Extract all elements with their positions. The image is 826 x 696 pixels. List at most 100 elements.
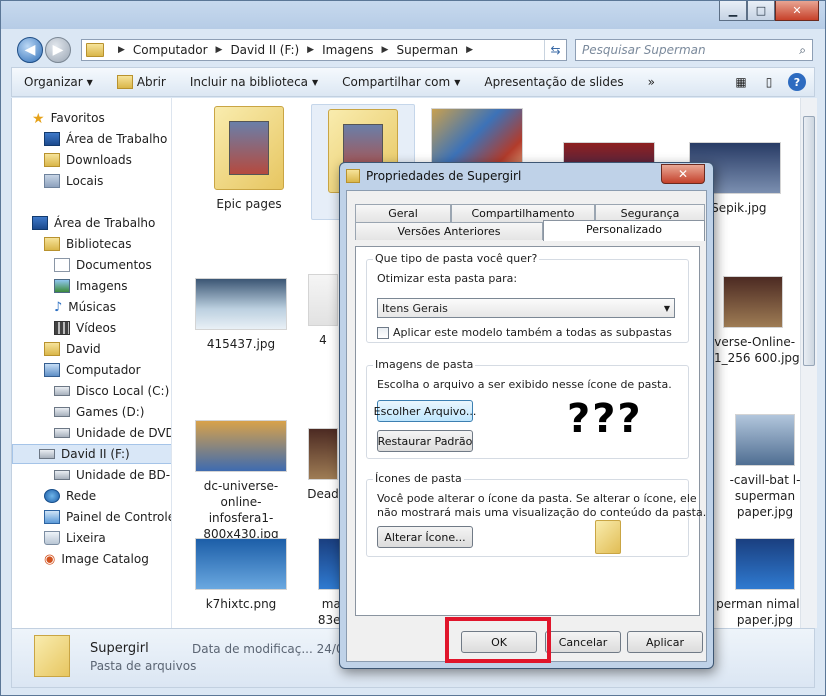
nav-item-musicas[interactable]: ♪ Músicas [54, 297, 116, 317]
cancel-button[interactable]: Cancelar [545, 631, 621, 653]
tab-personalizado[interactable]: Personalizado [543, 220, 705, 241]
nav-item-locais[interactable]: Locais [44, 171, 103, 191]
image-thumbnail [723, 276, 783, 328]
file-item-epic-pages[interactable]: Epic pages [197, 106, 301, 212]
nav-item-computador[interactable]: Computador [44, 360, 141, 380]
chevron-right-icon: ▶ [307, 45, 315, 55]
breadcrumb-item-superman[interactable]: Superman [396, 43, 458, 57]
nav-item-documentos[interactable]: Documentos [54, 255, 152, 275]
apply-button[interactable]: Aplicar [627, 631, 703, 653]
nav-label: Músicas [68, 300, 117, 314]
folder-icons-desc-1: Você pode alterar o ícone da pasta. Se a… [377, 492, 697, 505]
tab-geral[interactable]: Geral [355, 204, 451, 222]
videos-icon [54, 321, 70, 335]
help-icon[interactable]: ? [788, 73, 806, 91]
share-with-button[interactable]: Compartilhar com ▼ [330, 75, 472, 89]
nav-item-bibliotecas[interactable]: Bibliotecas [44, 234, 131, 254]
scrollbar-thumb[interactable] [803, 116, 815, 366]
slideshow-button[interactable]: Apresentação de slides [472, 75, 635, 89]
pictures-icon [54, 279, 70, 293]
dvd-drive-icon [54, 428, 70, 438]
breadcrumb-item-drive[interactable]: David II (F:) [230, 43, 299, 57]
file-item-universe-online[interactable]: iverse-Online-11_256 600.jpg [701, 276, 805, 366]
file-name: Epic pages [216, 197, 282, 211]
properties-dialog: Propriedades de Supergirl ✕ Geral Compar… [339, 162, 714, 669]
file-item-dc-universe-online[interactable]: dc-universe-online-infosfera1-800x430.jp… [189, 420, 293, 542]
search-icon: ⌕ [799, 42, 806, 57]
bd-drive-icon [54, 470, 70, 480]
nav-label: Painel de Controle [66, 510, 172, 524]
choose-file-button[interactable]: Escolher Arquivo... [374, 400, 476, 422]
nav-item-lixeira[interactable]: Lixeira [44, 528, 106, 548]
refresh-icon: ⇆ [550, 43, 561, 57]
image-catalog-icon: ◉ [44, 552, 56, 567]
restore-default-button[interactable]: Restaurar Padrão [377, 430, 473, 452]
nav-item-videos[interactable]: Vídeos [54, 318, 116, 338]
file-item-dead[interactable]: Dead [303, 428, 343, 502]
nav-item-disco-local-c[interactable]: Disco Local (C:) [54, 381, 169, 401]
nav-label: Disco Local (C:) [76, 384, 170, 398]
file-name: dc-universe-online-infosfera1-800x430.jp… [203, 479, 279, 541]
image-thumbnail [735, 414, 795, 466]
minimize-button[interactable]: ▁ [719, 1, 747, 21]
nav-label: Bibliotecas [66, 237, 132, 251]
optimize-select[interactable]: Itens Gerais ▼ [377, 298, 675, 318]
view-options-icon[interactable]: ▦ [732, 74, 750, 90]
select-value: Itens Gerais [382, 301, 448, 315]
nav-item-david[interactable]: David [44, 339, 101, 359]
refresh-button[interactable]: ⇆ [544, 40, 566, 60]
file-item-4[interactable]: 4 [303, 274, 343, 348]
back-button[interactable]: ◀ [17, 37, 43, 63]
caret-down-icon: ▼ [454, 77, 461, 87]
nav-item-downloads[interactable]: Downloads [44, 150, 132, 170]
nav-item-rede[interactable]: Rede [44, 486, 96, 506]
dialog-close-button[interactable]: ✕ [661, 164, 705, 184]
close-button[interactable]: ✕ [775, 1, 819, 21]
change-icon-button[interactable]: Alterar Ícone... [377, 526, 473, 548]
image-thumbnail [735, 538, 795, 590]
address-bar[interactable]: ▶ Computador ▶ David II (F:) ▶ Imagens ▶… [81, 39, 567, 61]
open-button[interactable]: Abrir [105, 75, 178, 89]
slideshow-label: Apresentação de slides [484, 75, 624, 89]
documents-icon [54, 258, 70, 272]
nav-item-painel-de-controle[interactable]: Painel de Controle [44, 507, 172, 527]
tab-versoes-anteriores[interactable]: Versões Anteriores [355, 222, 543, 240]
file-item-415437[interactable]: 415437.jpg [189, 278, 293, 352]
image-thumbnail [195, 278, 287, 330]
search-input[interactable]: Pesquisar Superman ⌕ [575, 39, 813, 61]
nav-item-david-ii-f[interactable]: David II (F:) [12, 444, 171, 464]
breadcrumb-item-imagens[interactable]: Imagens [322, 43, 373, 57]
downloads-folder-icon [44, 153, 60, 167]
folder-icons-desc-2: não mostrará mais uma visualização do co… [377, 506, 707, 519]
nav-item-bd-drive[interactable]: Unidade de BD-RC [54, 465, 171, 485]
nav-item-imagens[interactable]: Imagens [54, 276, 127, 296]
desktop-icon [32, 216, 48, 230]
vertical-scrollbar[interactable] [800, 98, 817, 628]
forward-button[interactable]: ▶ [45, 37, 71, 63]
preview-pane-icon[interactable]: ▯ [760, 74, 778, 90]
more-commands-button[interactable]: » [636, 75, 667, 89]
nav-item-image-catalog[interactable]: ◉ Image Catalog [44, 549, 149, 569]
nav-item-area-de-trabalho-fav[interactable]: Área de Trabalho [44, 129, 167, 149]
nav-label: Image Catalog [61, 552, 149, 566]
maximize-button[interactable]: □ [747, 1, 775, 21]
file-item-k7hixtc[interactable]: k7hixtc.png [189, 538, 293, 612]
nav-item-favoritos[interactable]: ★ Favoritos [32, 108, 105, 128]
image-thumbnail [308, 274, 338, 326]
include-library-button[interactable]: Incluir na biblioteca ▼ [178, 75, 330, 89]
nav-label: Área de Trabalho [54, 216, 156, 230]
navigation-pane: ★ Favoritos Área de Trabalho Downloads Lo… [12, 98, 172, 628]
nav-item-area-de-trabalho[interactable]: Área de Trabalho [32, 213, 155, 233]
checkbox-box[interactable] [377, 326, 389, 339]
nav-label: Documentos [76, 258, 152, 272]
dialog-title: Propriedades de Supergirl [366, 169, 522, 183]
dialog-body: Geral Compartilhamento Segurança Versões… [346, 190, 707, 662]
apply-subfolders-checkbox[interactable]: Aplicar este modelo também a todas as su… [377, 326, 672, 339]
group-title: Imagens de pasta [373, 358, 476, 371]
breadcrumb-item-computador[interactable]: Computador [133, 43, 208, 57]
nav-item-games-d[interactable]: Games (D:) [54, 402, 144, 422]
organize-button[interactable]: Organizar ▼ [12, 75, 105, 89]
organize-label: Organizar [24, 75, 83, 89]
nav-label: Unidade de BD-RC [76, 468, 171, 482]
nav-item-dvd-drive[interactable]: Unidade de DVD-R [54, 423, 171, 443]
